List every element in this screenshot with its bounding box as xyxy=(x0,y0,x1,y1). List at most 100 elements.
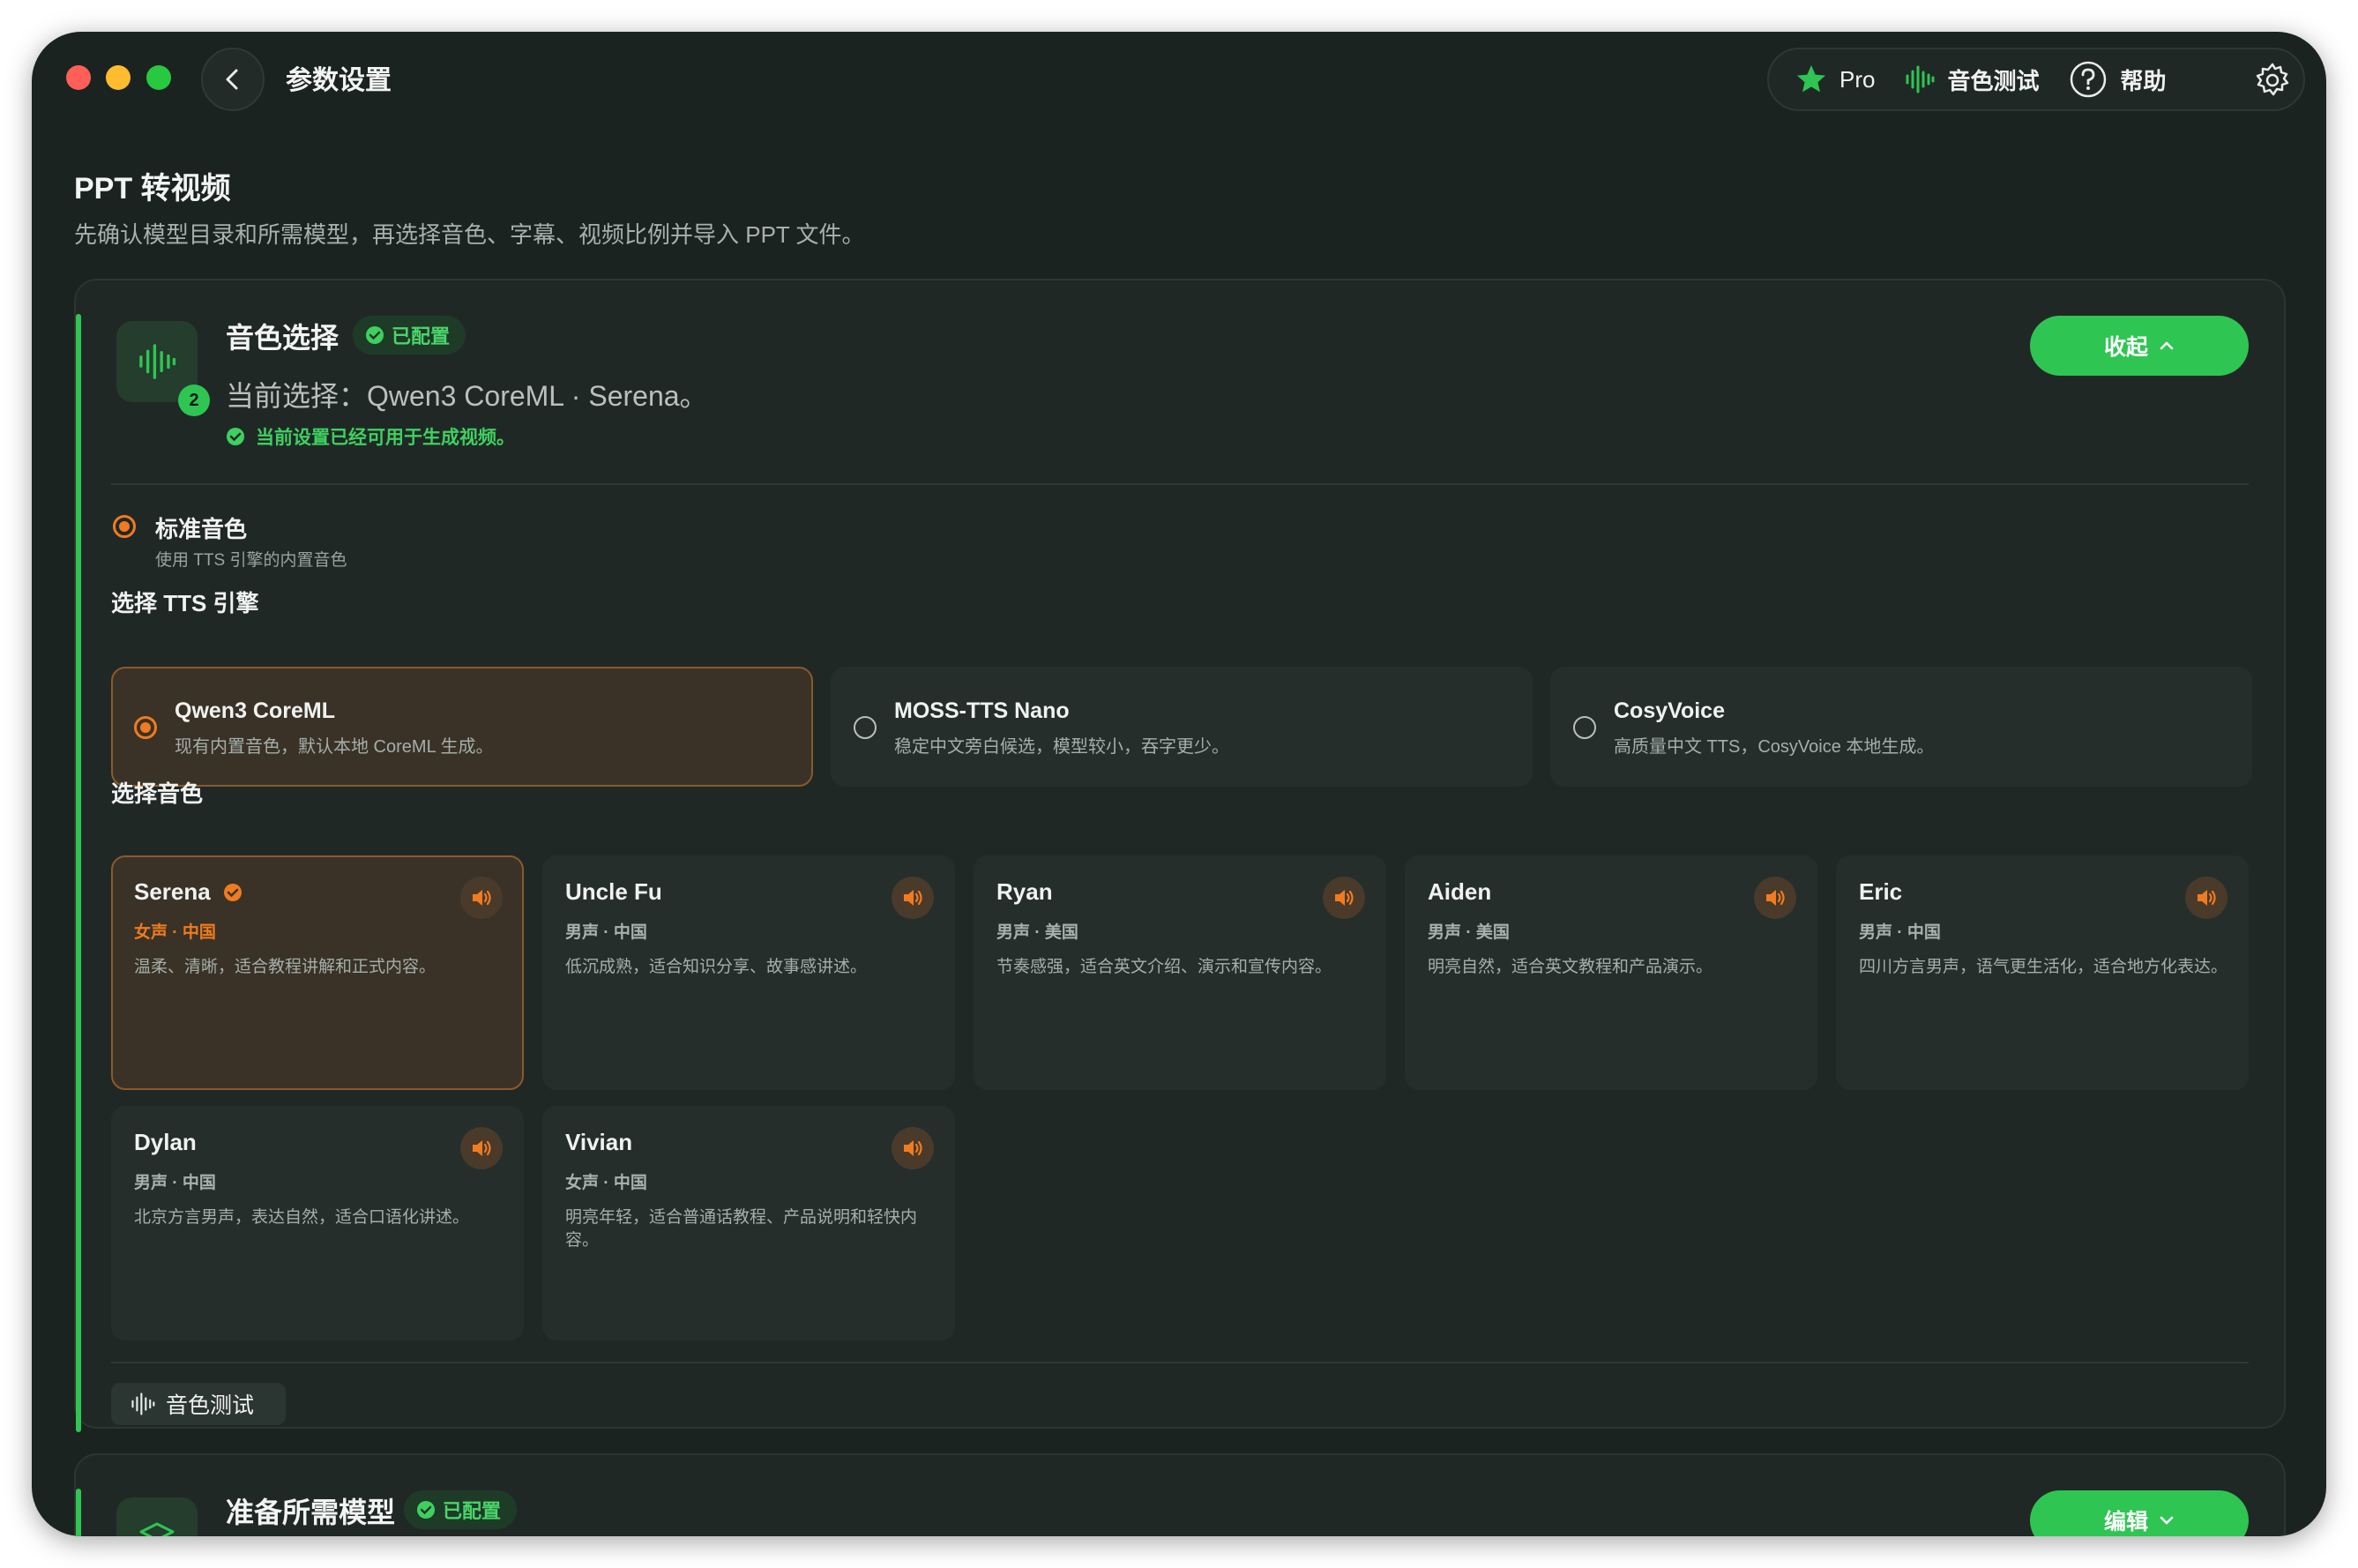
configured-badge-label: 已配置 xyxy=(392,325,451,347)
voice-test-label: 音色测试 xyxy=(1947,67,2040,94)
ready-status: 当前设置已经可用于生成视频。 xyxy=(226,423,515,450)
edit-button[interactable]: 编辑 xyxy=(2030,1490,2249,1536)
section-title: 音色选择 xyxy=(226,322,340,354)
voice-card-eric[interactable]: Eric 男声 · 中国 四川方言男声，语气更生活化，适合地方化表达。 xyxy=(1836,855,2249,1090)
toolbar: Pro 音色测试 帮助 xyxy=(1767,48,2305,111)
voice-name-row: Eric xyxy=(1859,878,1902,906)
voice-name-row: Vivian xyxy=(565,1129,632,1156)
engine-description: 现有内置音色，默认本地 CoreML 生成。 xyxy=(175,737,494,757)
configured-badge: 已配置 xyxy=(404,1490,518,1529)
engine-name: Qwen3 CoreML xyxy=(175,698,335,723)
voice-name-row: Aiden xyxy=(1428,878,1491,906)
voice-meta: 男声 · 中国 xyxy=(134,1174,216,1192)
app-window: 参数设置 Pro 音色测试 帮助 PPT 转视频 先确认模型目录和所需模型，再选… xyxy=(32,32,2326,1536)
voice-card-serena[interactable]: Serena 女声 · 中国 温柔、清晰，适合教程讲解和正式内容。 xyxy=(111,855,524,1090)
voice-meta: 男声 · 中国 xyxy=(1859,923,1941,942)
question-circle-icon xyxy=(2071,61,2107,98)
engine-option-moss-tts-nano[interactable]: MOSS-TTS Nano 稳定中文旁白候选，模型较小，吞字更少。 xyxy=(831,667,1533,787)
voice-preview-button[interactable] xyxy=(1323,877,1365,919)
pro-button[interactable]: Pro xyxy=(1795,63,1875,95)
engine-name: MOSS-TTS Nano xyxy=(894,698,1070,723)
voice-preview-button[interactable] xyxy=(892,877,934,919)
voice-card-aiden[interactable]: Aiden 男声 · 美国 明亮自然，适合英文教程和产品演示。 xyxy=(1405,855,1817,1090)
voice-description: 北京方言男声，表达自然，适合口语化讲述。 xyxy=(134,1208,470,1227)
waveform-icon xyxy=(139,344,176,379)
voice-name: Uncle Fu xyxy=(565,878,662,905)
chevron-up-icon xyxy=(2160,341,2174,350)
engine-name: CosyVoice xyxy=(1614,698,1725,723)
bottom-divider xyxy=(111,1362,2249,1363)
speaker-icon xyxy=(473,1140,491,1156)
speaker-icon xyxy=(2198,890,2216,906)
models-section-icon xyxy=(116,1497,198,1536)
voice-description: 温柔、清晰，适合教程讲解和正式内容。 xyxy=(134,958,437,976)
step-number-badge: 2 xyxy=(178,385,210,416)
star-icon xyxy=(1797,65,1825,93)
voice-card-uncle-fu[interactable]: Uncle Fu 男声 · 中国 低沉成熟，适合知识分享、故事感讲述。 xyxy=(542,855,955,1090)
voice-test-button[interactable]: 音色测试 xyxy=(111,1383,286,1425)
check-badge-icon xyxy=(366,326,384,344)
voice-preview-button[interactable] xyxy=(460,1127,503,1169)
voice-description: 明亮年轻，适合普通话教程、产品说明和轻快内容。 xyxy=(565,1208,918,1250)
voice-meta: 男声 · 美国 xyxy=(1428,923,1510,942)
voice-name: Eric xyxy=(1859,878,1903,905)
speaker-icon xyxy=(904,1140,922,1156)
waveform-icon xyxy=(1906,65,1935,93)
engine-description: 稳定中文旁白候选，模型较小，吞字更少。 xyxy=(894,737,1229,757)
voice-card-ryan[interactable]: Ryan 男声 · 美国 节奏感强，适合英文介绍、演示和宣传内容。 xyxy=(974,855,1386,1090)
voice-description: 低沉成熟，适合知识分享、故事感讲述。 xyxy=(565,958,868,976)
voice-name: Serena xyxy=(134,878,211,905)
engine-radio[interactable] xyxy=(134,716,157,739)
window-title: 参数设置 xyxy=(286,66,392,95)
title-bar: 参数设置 Pro 音色测试 帮助 xyxy=(32,32,2326,141)
speaker-icon xyxy=(1766,890,1785,906)
waveform-icon xyxy=(131,1393,155,1415)
help-button[interactable]: 帮助 xyxy=(2069,60,2167,99)
voice-card-dylan[interactable]: Dylan 男声 · 中国 北京方言男声，表达自然，适合口语化讲述。 xyxy=(111,1106,524,1340)
voice-preview-button[interactable] xyxy=(892,1127,934,1169)
standard-voice-radio[interactable] xyxy=(113,515,136,538)
panel-accent-bar xyxy=(76,1489,81,1536)
speaker-icon xyxy=(904,890,922,906)
models-panel: 准备所需模型 已配置 编辑 xyxy=(74,1453,2286,1536)
panel-accent-bar xyxy=(76,314,81,1432)
voice-heading: 选择音色 xyxy=(111,780,204,807)
zoom-window-button[interactable] xyxy=(146,65,171,90)
chevron-left-icon xyxy=(226,69,238,90)
voice-preview-button[interactable] xyxy=(2185,877,2227,919)
section-title: 准备所需模型 xyxy=(226,1497,396,1528)
layers-icon xyxy=(139,1522,175,1536)
close-window-button[interactable] xyxy=(66,65,91,90)
voice-selection-panel: 2 音色选择 已配置 当前选择：Qwen3 CoreML · Serena。 当… xyxy=(74,279,2286,1432)
engine-description: 高质量中文 TTS，CosyVoice 本地生成。 xyxy=(1614,737,1935,757)
voice-preview-button[interactable] xyxy=(1754,877,1796,919)
engine-option-cosyvoice[interactable]: CosyVoice 高质量中文 TTS，CosyVoice 本地生成。 xyxy=(1550,667,2252,787)
back-button[interactable] xyxy=(201,48,265,111)
speaker-icon xyxy=(473,890,491,906)
configured-badge-label: 已配置 xyxy=(443,1500,502,1522)
voice-meta: 女声 · 中国 xyxy=(134,923,216,942)
section-divider xyxy=(111,483,2249,485)
voice-name-row: Uncle Fu xyxy=(565,878,662,906)
collapse-label: 收起 xyxy=(2103,335,2148,360)
voice-preview-button[interactable] xyxy=(460,877,503,919)
settings-button[interactable] xyxy=(2254,62,2291,103)
voice-description: 四川方言男声，语气更生活化，适合地方化表达。 xyxy=(1859,958,2228,976)
voice-card-vivian[interactable]: Vivian 女声 · 中国 明亮年轻，适合普通话教程、产品说明和轻快内容。 xyxy=(542,1106,955,1340)
voice-description: 节奏感强，适合英文介绍、演示和宣传内容。 xyxy=(996,958,1332,976)
engine-radio[interactable] xyxy=(1573,716,1596,739)
engine-radio[interactable] xyxy=(854,716,877,739)
voice-test-toolbar-button[interactable]: 音色测试 xyxy=(1905,63,2039,96)
engine-option-qwen3-coreml[interactable]: Qwen3 CoreML 现有内置音色，默认本地 CoreML 生成。 xyxy=(111,667,813,787)
voice-meta: 男声 · 美国 xyxy=(996,923,1078,942)
standard-voice-subtitle: 使用 TTS 引擎的内置音色 xyxy=(155,551,347,570)
gear-icon xyxy=(2256,63,2289,96)
minimize-window-button[interactable] xyxy=(106,65,131,90)
engine-heading: 选择 TTS 引擎 xyxy=(111,590,259,616)
page-subtitle: 先确认模型目录和所需模型，再选择音色、字幕、视频比例并导入 PPT 文件。 xyxy=(74,221,865,248)
voice-name-row: Serena xyxy=(134,878,243,906)
voice-description: 明亮自然，适合英文教程和产品演示。 xyxy=(1428,958,1713,976)
voice-meta: 男声 · 中国 xyxy=(565,923,647,942)
collapse-button[interactable]: 收起 xyxy=(2030,316,2249,376)
configured-badge: 已配置 xyxy=(353,316,466,355)
